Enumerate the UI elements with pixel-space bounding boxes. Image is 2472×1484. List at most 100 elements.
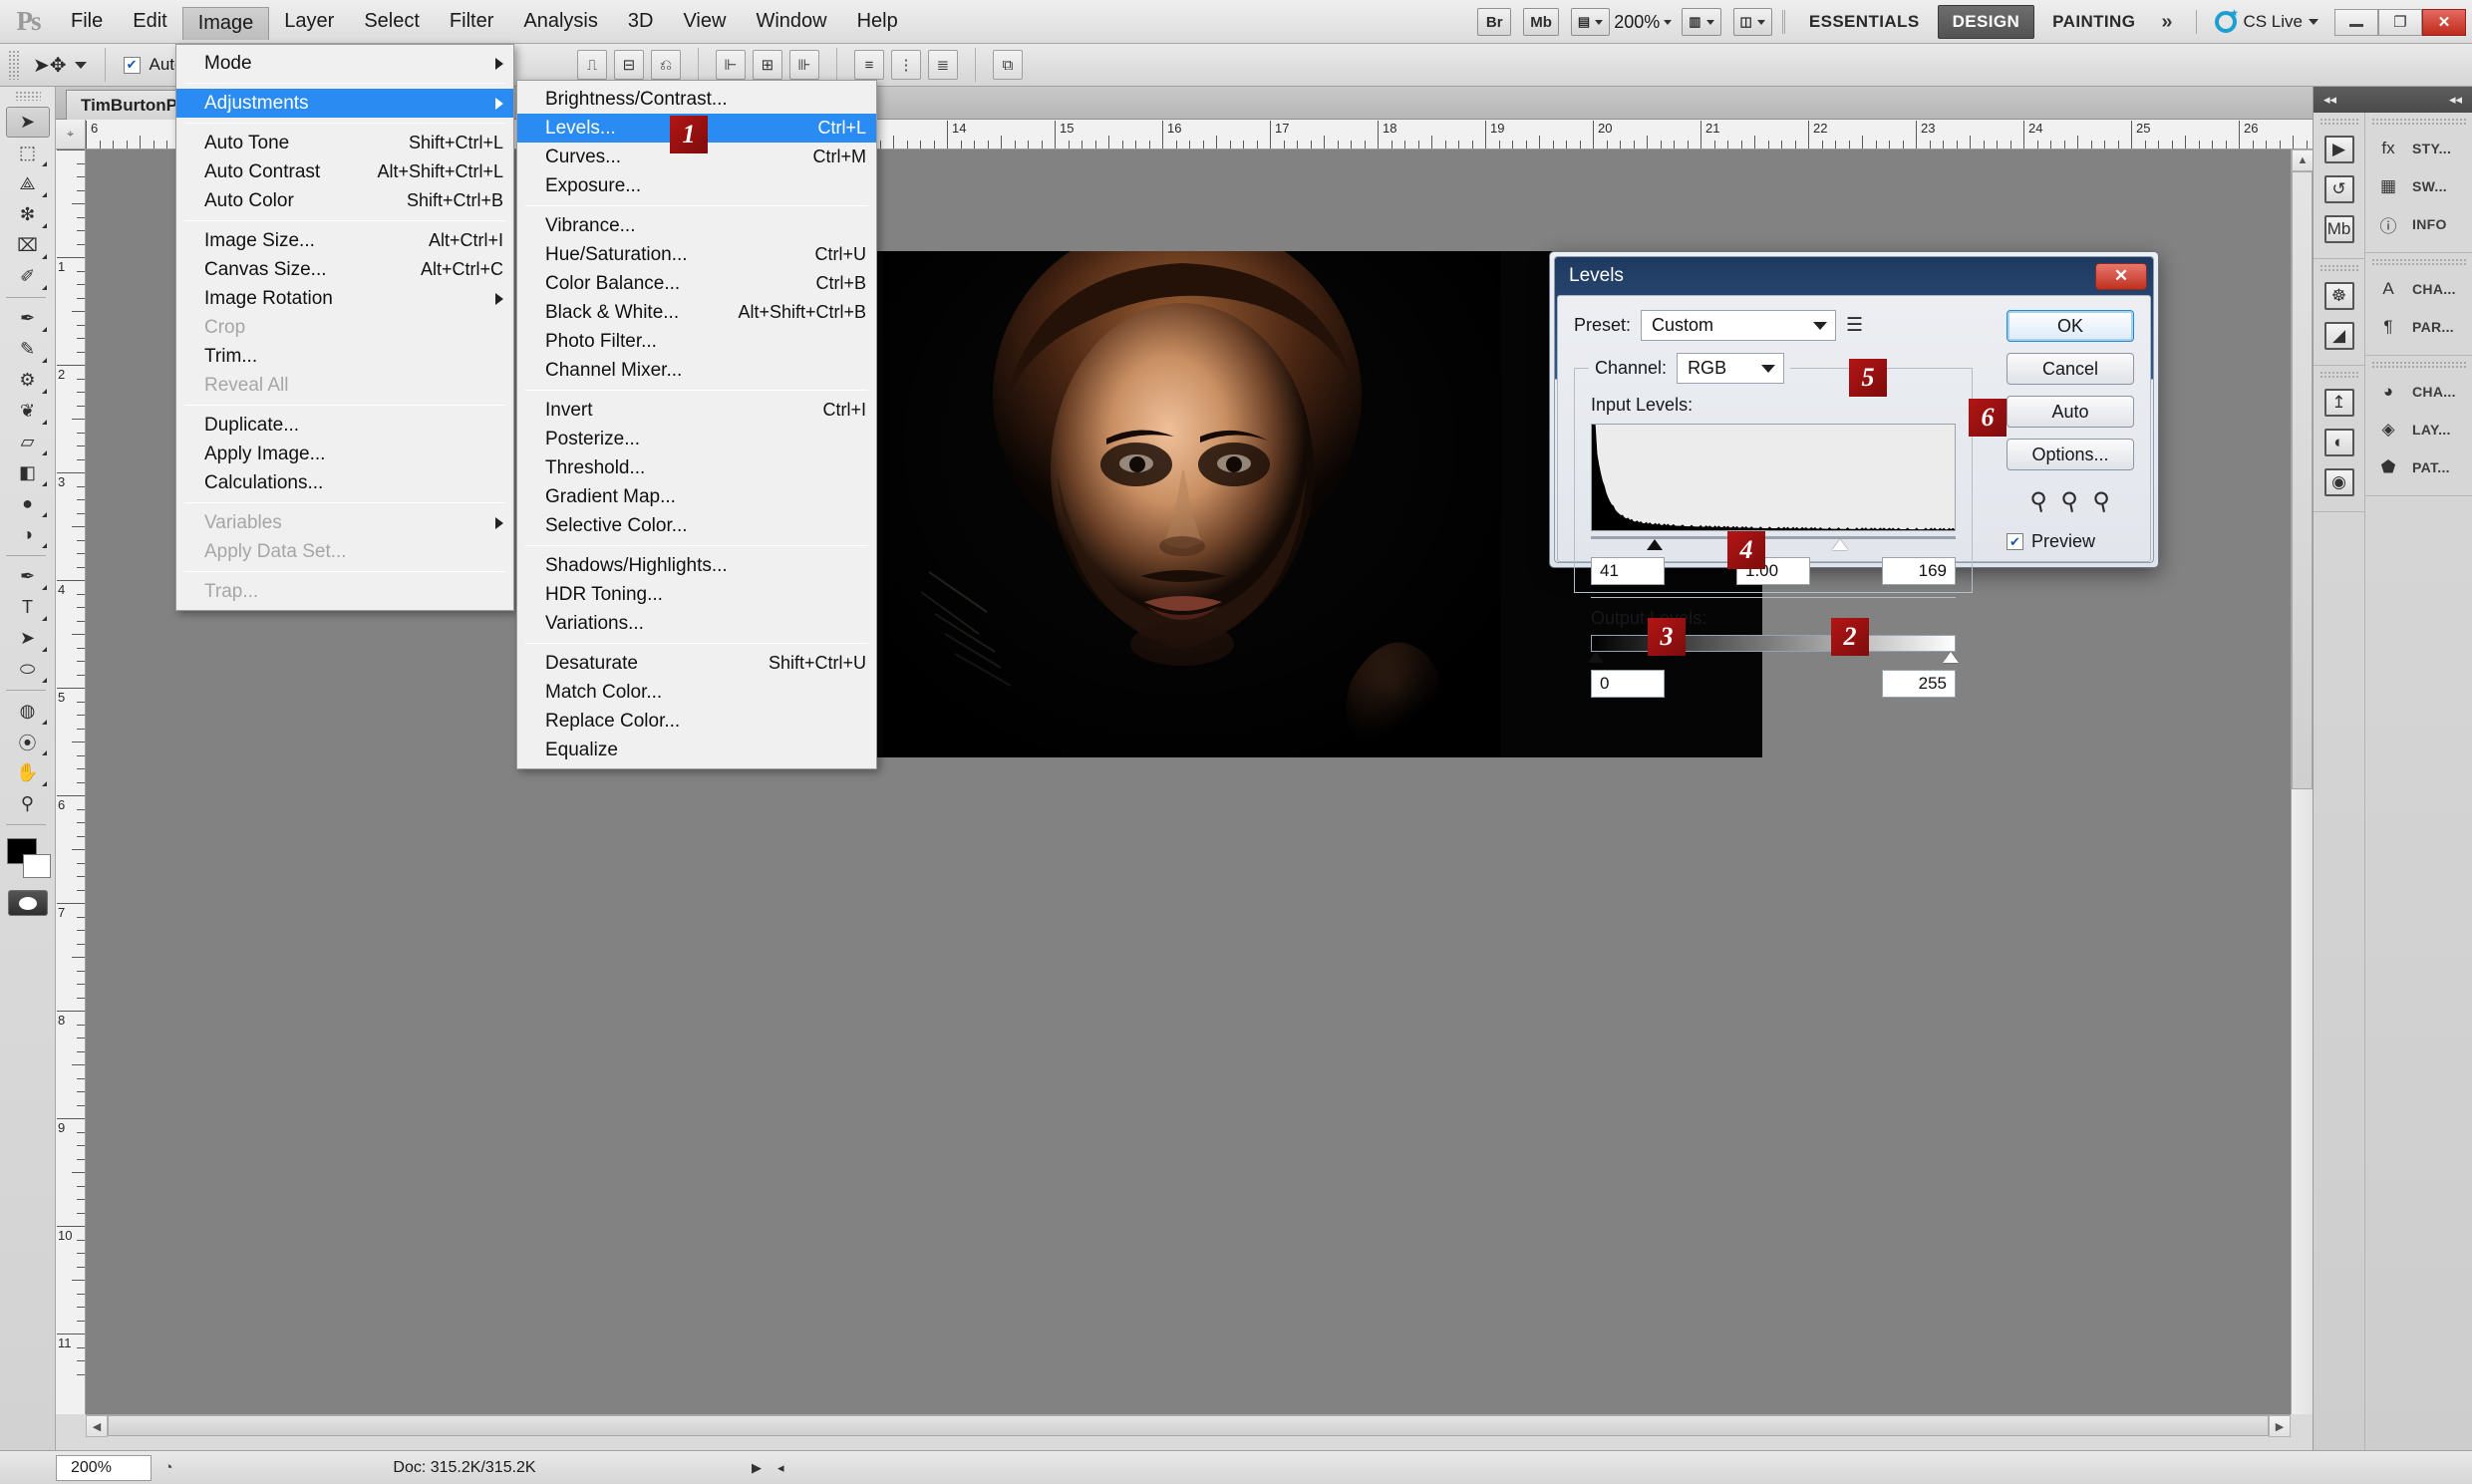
lasso-tool-icon[interactable]: ⟁ xyxy=(6,168,50,199)
menu-filter[interactable]: Filter xyxy=(435,7,508,37)
workspace-essentials[interactable]: ESSENTIALS xyxy=(1795,6,1934,38)
minimize-button[interactable] xyxy=(2334,8,2378,36)
dock-group-grip[interactable] xyxy=(2371,361,2466,368)
blur-tool-icon[interactable]: ● xyxy=(6,488,50,519)
menu-item-auto-tone[interactable]: Auto Tone Shift+Ctrl+L xyxy=(176,129,513,157)
menu-item-color-balance[interactable]: Color Balance... Ctrl+B xyxy=(517,269,876,298)
menu-item-replace-color[interactable]: Replace Color... xyxy=(517,707,876,736)
swatches-panel-button[interactable]: ▦ SW... xyxy=(2365,167,2472,205)
menu-item-trim[interactable]: Trim... xyxy=(176,342,513,371)
menu-item-threshold[interactable]: Threshold... xyxy=(517,453,876,482)
distribute-vertical-centers-button[interactable]: ⋮ xyxy=(890,50,921,80)
spot-healing-brush-tool-icon[interactable]: ✒ xyxy=(6,303,50,334)
menu-item-apply-image[interactable]: Apply Image... xyxy=(176,440,513,468)
status-expand-arrow[interactable]: ▶ xyxy=(744,1460,770,1476)
info-panel-button[interactable]: ⓘ INFO xyxy=(2365,205,2472,243)
tools-panel-grip[interactable] xyxy=(14,91,41,101)
close-icon[interactable]: ✕ xyxy=(2095,262,2147,290)
menu-item-image-rotation[interactable]: Image Rotation xyxy=(176,284,513,313)
dock-group-grip[interactable] xyxy=(2319,118,2358,125)
align-vertical-centers-button[interactable]: ⊟ xyxy=(613,50,644,80)
menu-edit[interactable]: Edit xyxy=(118,7,181,37)
ruler-origin-box[interactable]: ⌖ xyxy=(56,120,86,149)
preview-row[interactable]: ✔ Preview xyxy=(2007,531,2134,552)
menu-analysis[interactable]: Analysis xyxy=(508,7,612,37)
menu-item-duplicate[interactable]: Duplicate... xyxy=(176,411,513,440)
distribute-top-edges-button[interactable]: ≡ xyxy=(853,50,884,80)
workspace-painting[interactable]: PAINTING xyxy=(2038,6,2149,38)
menu-item-exposure[interactable]: Exposure... xyxy=(517,171,876,200)
menu-help[interactable]: Help xyxy=(842,7,913,37)
move-tool-icon[interactable]: ➤ xyxy=(5,107,50,138)
scroll-right-arrow[interactable]: ▶ xyxy=(2269,1415,2291,1437)
dodge-tool-icon[interactable]: ◑ xyxy=(6,519,50,550)
layers-panel-button[interactable]: ◈ LAY... xyxy=(2365,411,2472,448)
history-panel-button[interactable]: ↺ xyxy=(2314,169,2364,209)
launch-mini-bridge-button[interactable]: Mb xyxy=(1523,8,1559,36)
menu-item-variations[interactable]: Variations... xyxy=(517,609,876,638)
path-selection-tool-icon[interactable]: ➤ xyxy=(6,623,50,654)
preset-select[interactable]: Custom xyxy=(1641,310,1837,341)
background-color-swatch[interactable] xyxy=(22,854,51,878)
tool-preset-picker[interactable]: ➤✥ xyxy=(25,53,95,78)
menu-select[interactable]: Select xyxy=(349,7,435,37)
3d-camera-tool-icon[interactable]: ⦿ xyxy=(6,727,50,757)
scroll-left-arrow[interactable]: ◀ xyxy=(86,1415,108,1437)
dock-group-grip[interactable] xyxy=(2371,118,2466,125)
menu-item-hue-saturation[interactable]: Hue/Saturation... Ctrl+U xyxy=(517,240,876,269)
cancel-button[interactable]: Cancel xyxy=(2007,353,2134,385)
menu-item-vibrance[interactable]: Vibrance... xyxy=(517,211,876,240)
channels-panel-button[interactable]: ◕ CHA... xyxy=(2365,373,2472,411)
vertical-ruler[interactable]: 1 2 3 4 5 6 7 8 9 10 11 xyxy=(56,149,86,1414)
menu-item-equalize[interactable]: Equalize xyxy=(517,736,876,764)
workspace-design[interactable]: DESIGN xyxy=(1937,5,2035,39)
menu-item-image-size[interactable]: Image Size... Alt+Ctrl+I xyxy=(176,226,513,255)
menu-item-brightness-contrast[interactable]: Brightness/Contrast... xyxy=(517,85,876,114)
color-swatches[interactable] xyxy=(5,836,51,882)
menu-item-gradient-map[interactable]: Gradient Map... xyxy=(517,482,876,511)
menu-window[interactable]: Window xyxy=(741,7,841,37)
menu-item-selective-color[interactable]: Selective Color... xyxy=(517,511,876,540)
menu-item-canvas-size[interactable]: Canvas Size... Alt+Ctrl+C xyxy=(176,255,513,284)
menu-layer[interactable]: Layer xyxy=(269,7,349,37)
auto-align-layers-button[interactable]: ⧉ xyxy=(992,50,1023,80)
menu-file[interactable]: File xyxy=(56,7,118,37)
document-thumbnail-icon[interactable]: ◔ xyxy=(152,1455,185,1481)
output-white-field[interactable]: 255 xyxy=(1882,670,1956,698)
horizontal-scroll-thumb[interactable] xyxy=(108,1415,2269,1436)
marquee-tool-icon[interactable]: ⬚ xyxy=(6,138,50,168)
output-white-marker[interactable] xyxy=(1943,652,1959,663)
color-panel-button[interactable]: ◉ xyxy=(2314,462,2364,502)
history-brush-tool-icon[interactable]: ❦ xyxy=(6,396,50,427)
align-bottom-edges-button[interactable]: ⎌ xyxy=(650,50,681,80)
ok-button[interactable]: OK xyxy=(2007,310,2134,342)
menu-view[interactable]: View xyxy=(668,7,741,37)
gradient-tool-icon[interactable]: ◧ xyxy=(6,457,50,488)
options-button[interactable]: Options... xyxy=(2007,439,2134,470)
vertical-scroll-thumb[interactable] xyxy=(2292,171,2313,789)
auto-button[interactable]: Auto xyxy=(2007,396,2134,428)
menu-item-channel-mixer[interactable]: Channel Mixer... xyxy=(517,356,876,385)
set-gray-point-eyedropper-icon[interactable]: ⚲ xyxy=(2058,485,2082,517)
eyedropper-tool-icon[interactable]: ✐ xyxy=(6,261,50,292)
levels-dialog[interactable]: Levels ✕ Preset: Custom ☰ OK Cancel Auto… xyxy=(1549,251,2159,698)
styles-panel-button[interactable]: fx STY... xyxy=(2365,130,2472,167)
menu-item-auto-contrast[interactable]: Auto Contrast Alt+Shift+Ctrl+L xyxy=(176,157,513,186)
character-panel-button[interactable]: A CHA... xyxy=(2365,270,2472,308)
levels-dialog-titlebar[interactable]: Levels ✕ xyxy=(1555,257,2153,295)
masks-panel-button[interactable]: ◐ xyxy=(2314,423,2364,462)
zoom-chevron-down-icon[interactable] xyxy=(1664,19,1673,25)
screen-mode-button[interactable]: ▥ xyxy=(1682,8,1721,36)
input-black-marker[interactable] xyxy=(1647,539,1663,550)
menu-item-black-white[interactable]: Black & White... Alt+Shift+Ctrl+B xyxy=(517,298,876,327)
input-black-field[interactable]: 41 xyxy=(1591,557,1665,585)
menu-item-calculations[interactable]: Calculations... xyxy=(176,468,513,497)
options-bar-grip[interactable] xyxy=(8,50,19,80)
dock-group-grip[interactable] xyxy=(2319,264,2358,271)
quick-selection-tool-icon[interactable]: ❇ xyxy=(6,199,50,230)
dock-collapse-right-icon[interactable]: ◂◂ xyxy=(2449,92,2462,108)
set-black-point-eyedropper-icon[interactable]: ⚲ xyxy=(2027,485,2050,517)
type-tool-icon[interactable]: T xyxy=(6,592,50,623)
dock-group-grip[interactable] xyxy=(2371,258,2466,265)
clone-stamp-tool-icon[interactable]: ⚙ xyxy=(6,365,50,396)
